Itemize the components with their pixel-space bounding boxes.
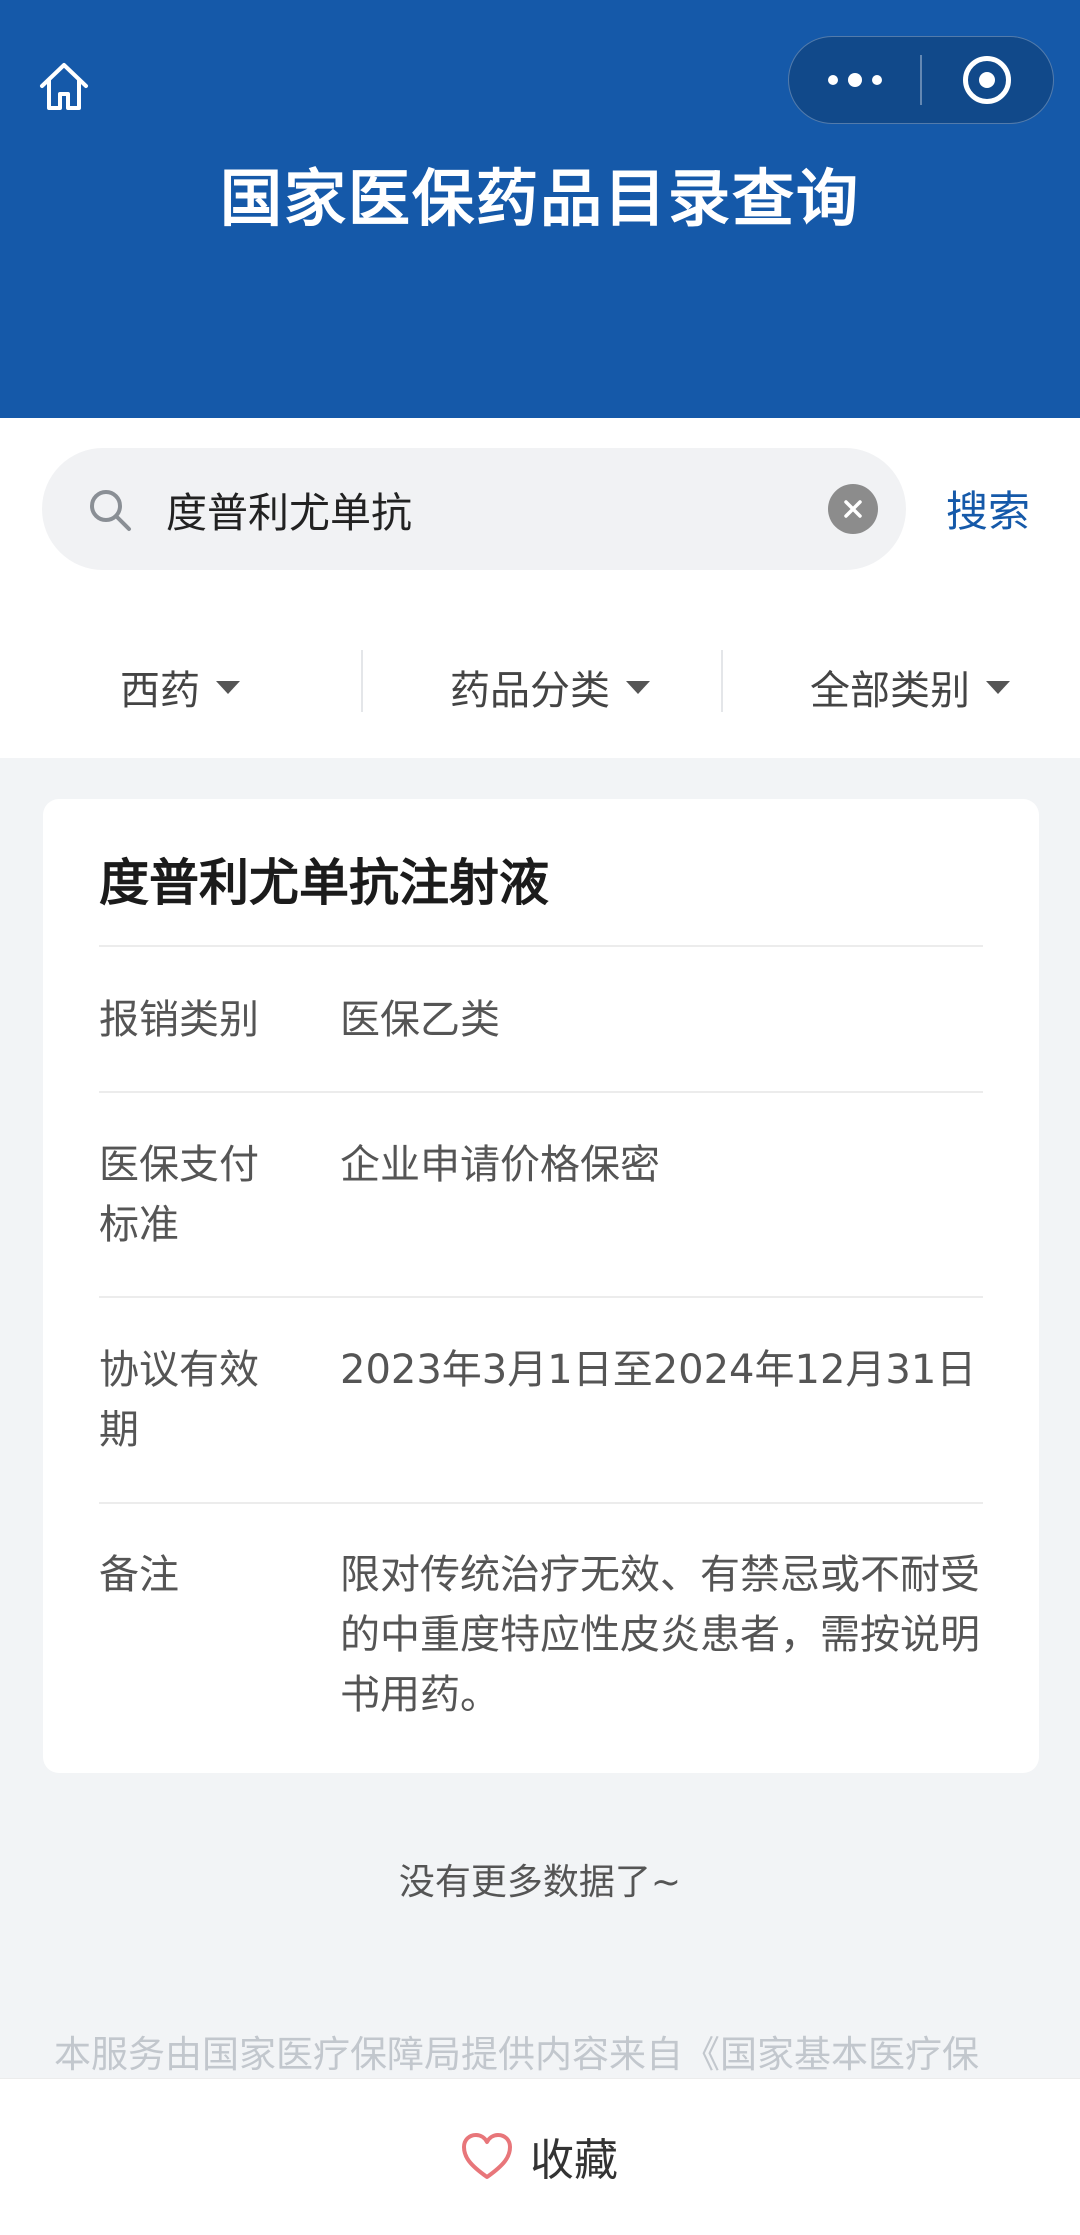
row-label-validity: 协议有效期	[99, 1347, 259, 1453]
more-button[interactable]	[789, 36, 920, 124]
caret-down-icon	[216, 680, 240, 694]
row-label-remarks: 备注	[99, 1552, 179, 1598]
more-dots-icon	[827, 73, 882, 87]
row-divider	[99, 945, 983, 947]
home-button[interactable]	[28, 50, 100, 122]
filter-divider	[361, 650, 363, 712]
filter-bar: 西药 药品分类 全部类别	[0, 632, 1080, 742]
header: 国家医保药品目录查询	[0, 0, 1080, 418]
row-value-payment-standard: 企业申请价格保密	[340, 1142, 660, 1188]
row-divider	[99, 1296, 983, 1298]
search-area: 搜索 西药 药品分类 全部类别	[0, 418, 1080, 758]
heart-icon	[462, 2133, 512, 2179]
no-more-data-text: 没有更多数据了~	[398, 1862, 682, 1903]
service-disclaimer: 本服务由国家医疗保障局提供内容来自《国家基本医疗保	[54, 2033, 979, 2076]
close-button[interactable]	[922, 36, 1053, 124]
search-button[interactable]: 搜索	[946, 478, 1030, 539]
close-icon	[844, 500, 862, 518]
filter-drug-type[interactable]: 西药	[90, 632, 270, 742]
row-label-reimbursement: 报销类别	[99, 997, 259, 1043]
target-icon	[963, 56, 1012, 104]
search-box[interactable]	[42, 448, 906, 570]
row-value-reimbursement: 医保乙类	[340, 997, 500, 1043]
caret-down-icon	[986, 680, 1010, 694]
clear-search-button[interactable]	[828, 484, 878, 534]
row-value-validity: 2023年3月1日至2024年12月31日	[340, 1347, 977, 1393]
result-card[interactable]: 度普利尤单抗注射液 报销类别 医保乙类 医保支付标准 企业申请价格保密 协议有效…	[43, 799, 1039, 1773]
row-value-remarks: 限对传统治疗无效、有禁忌或不耐受的中重度特应性皮炎患者，需按说明书用药。	[340, 1552, 980, 1718]
filter-label: 西药	[120, 668, 200, 714]
home-icon	[40, 63, 88, 110]
search-icon	[90, 490, 131, 531]
filter-label: 药品分类	[450, 668, 610, 714]
row-label-payment-standard: 医保支付标准	[99, 1142, 259, 1248]
favorite-label: 收藏	[530, 2135, 618, 2186]
drug-name: 度普利尤单抗注射液	[99, 854, 549, 912]
row-divider	[99, 1502, 983, 1504]
filter-all-categories[interactable]: 全部类别	[780, 632, 1040, 742]
filter-divider	[721, 650, 723, 712]
caret-down-icon	[626, 680, 650, 694]
filter-label: 全部类别	[810, 668, 970, 714]
favorite-button[interactable]: 收藏	[460, 2121, 618, 2191]
filter-drug-category[interactable]: 药品分类	[420, 632, 680, 742]
mini-program-capsule	[788, 36, 1054, 124]
page-title: 国家医保药品目录查询	[219, 162, 860, 235]
search-input[interactable]	[166, 475, 846, 543]
row-divider	[99, 1091, 983, 1093]
bottom-bar: 收藏	[0, 2078, 1080, 2235]
